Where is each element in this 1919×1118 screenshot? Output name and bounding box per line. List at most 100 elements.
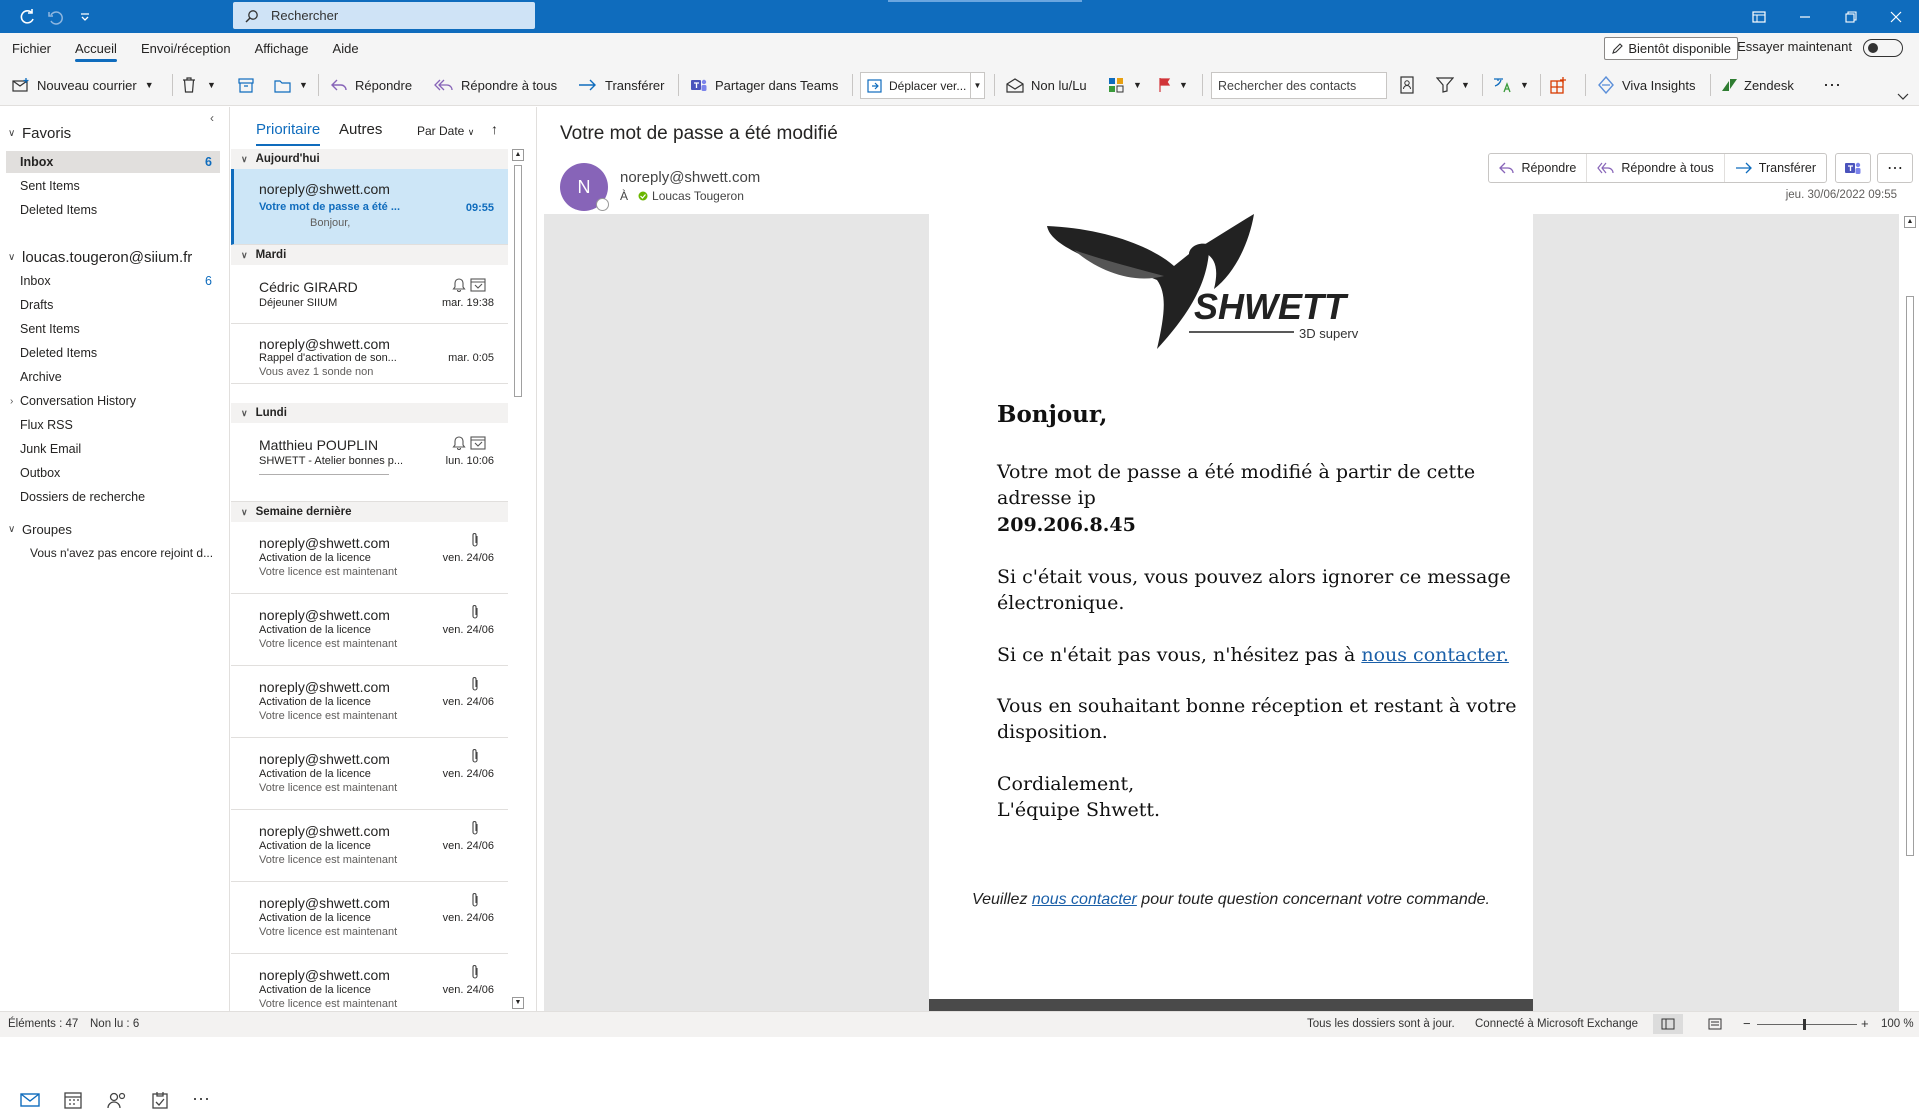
groups-header[interactable]: ∨ Groupes (8, 522, 72, 537)
group-today[interactable]: ∨ Aujourd'hui (231, 149, 508, 169)
flag-button[interactable]: ▼ (1158, 72, 1188, 98)
more-options-icon[interactable]: ⋯ (1823, 72, 1842, 98)
reply-all-button[interactable]: Répondre à tous (434, 72, 557, 98)
normal-view-icon[interactable] (1653, 1014, 1683, 1034)
account-header[interactable]: ∨ loucas.tougeron@siium.fr (8, 249, 192, 266)
sender-address[interactable]: noreply@shwett.com (620, 169, 760, 186)
group-tuesday[interactable]: ∨ Mardi (231, 245, 508, 265)
list-item[interactable]: noreply@shwett.com Rappel d'activation d… (231, 324, 508, 384)
menu-envoi-reception[interactable]: Envoi/réception (129, 33, 243, 64)
read-unread-button[interactable]: Non lu/Lu (1006, 72, 1087, 98)
list-item[interactable]: Cédric GIRARD Déjeuner SIIUM mar. 19:38 (231, 265, 508, 324)
address-book-button[interactable] (1399, 72, 1422, 98)
menu-aide[interactable]: Aide (321, 33, 371, 64)
footer-contact-link[interactable]: nous contacter (1032, 891, 1137, 908)
list-item[interactable]: noreply@shwett.com Votre mot de passe a … (231, 169, 508, 245)
translate-button[interactable]: ▼ (1493, 72, 1529, 98)
archive-button[interactable] (238, 72, 261, 98)
folder-drafts[interactable]: Drafts (6, 294, 220, 316)
chevron-down-icon[interactable]: ▼ (299, 80, 308, 90)
folder-archive[interactable]: Archive (6, 366, 220, 388)
undo-icon[interactable] (45, 7, 65, 27)
folder-deleted[interactable]: Deleted Items (6, 342, 220, 364)
sync-icon[interactable] (17, 7, 37, 27)
restore-button[interactable] (1828, 0, 1874, 33)
folder-rss[interactable]: Flux RSS (6, 414, 220, 436)
folder-favorites-deleted[interactable]: Deleted Items (6, 199, 220, 221)
move-to-dropdown[interactable]: Déplacer ver... ▼ (860, 72, 985, 99)
more-apps-icon[interactable]: ⋯ (192, 1089, 210, 1110)
move-to-button[interactable]: ▼ (274, 72, 308, 98)
folder-junk[interactable]: Junk Email (6, 438, 220, 460)
folder-favorites-inbox[interactable]: Inbox 6 (6, 151, 220, 173)
chevron-down-icon[interactable]: ▼ (145, 80, 154, 90)
search-input[interactable]: Rechercher (233, 2, 535, 29)
chevron-down-icon[interactable]: ▼ (1520, 80, 1529, 90)
reply-button[interactable]: Répondre (1489, 154, 1588, 182)
folder-outbox[interactable]: Outbox (6, 462, 220, 484)
more-actions-button[interactable]: ⋯ (1877, 153, 1913, 183)
menu-affichage[interactable]: Affichage (243, 33, 321, 64)
sort-dropdown[interactable]: Par Date ∨ (417, 124, 474, 138)
scroll-thumb[interactable] (1906, 296, 1914, 856)
folder-favorites-sent[interactable]: Sent Items (6, 175, 220, 197)
group-last-week[interactable]: ∨ Semaine dernière (231, 502, 508, 522)
calendar-icon[interactable] (64, 1091, 82, 1109)
chevron-down-icon[interactable]: ▼ (1179, 80, 1188, 90)
folder-inbox[interactable]: Inbox 6 (6, 270, 220, 292)
menu-fichier[interactable]: Fichier (0, 33, 63, 64)
favorites-header[interactable]: ∨ Favoris (8, 125, 71, 142)
scroll-up-icon[interactable]: ▲ (512, 149, 524, 161)
add-ins-button[interactable] (1550, 72, 1575, 98)
zoom-in-button[interactable]: + (1861, 1016, 1869, 1031)
reply-all-button[interactable]: Répondre à tous (1587, 154, 1725, 182)
coming-soon-button[interactable]: Bientôt disponible (1604, 37, 1738, 60)
reading-view-icon[interactable] (1708, 1018, 1722, 1030)
collapse-pane-icon[interactable]: ‹ (210, 111, 214, 125)
list-item[interactable]: Matthieu POUPLIN SHWETT - Atelier bonnes… (231, 423, 508, 502)
contact-link[interactable]: nous contacter. (1361, 644, 1509, 666)
chevron-down-icon[interactable]: ▼ (970, 73, 984, 98)
new-mail-button[interactable]: Nouveau courrier ▼ (12, 72, 154, 98)
mail-icon[interactable] (20, 1092, 40, 1108)
zoom-slider-thumb[interactable] (1803, 1019, 1806, 1030)
folder-sent[interactable]: Sent Items (6, 318, 220, 340)
list-item[interactable]: noreply@shwett.com Activation de la lice… (231, 954, 508, 1011)
tab-other[interactable]: Autres (339, 121, 382, 138)
ribbon-display-icon[interactable] (1736, 0, 1782, 33)
scroll-thumb[interactable] (514, 165, 522, 397)
reader-scrollbar[interactable]: ▲ (1901, 214, 1919, 1011)
folder-search-folders[interactable]: Dossiers de recherche (6, 486, 220, 508)
delete-button[interactable]: ▼ (182, 72, 216, 98)
reply-button[interactable]: Répondre (330, 72, 412, 98)
chevron-right-icon[interactable]: › (10, 396, 13, 407)
recipient-name[interactable]: Loucas Tougeron (652, 189, 744, 203)
filter-button[interactable]: ▼ (1436, 72, 1470, 98)
customize-toolbar-icon[interactable] (75, 7, 95, 27)
tab-focused[interactable]: Prioritaire (256, 121, 321, 146)
viva-insights-button[interactable]: Viva Insights (1597, 72, 1695, 98)
group-monday[interactable]: ∨ Lundi (231, 403, 508, 423)
folder-conversation-history[interactable]: › Conversation History (6, 390, 220, 412)
zoom-slider-track[interactable] (1757, 1024, 1857, 1025)
tasks-icon[interactable] (152, 1091, 168, 1109)
categorize-button[interactable]: ▼ (1108, 72, 1142, 98)
try-now-toggle[interactable] (1863, 39, 1903, 57)
list-item[interactable]: noreply@shwett.com Activation de la lice… (231, 522, 508, 594)
list-item[interactable]: noreply@shwett.com Activation de la lice… (231, 666, 508, 738)
contact-search-input[interactable]: Rechercher des contacts (1211, 72, 1387, 99)
zoom-out-button[interactable]: − (1743, 1016, 1751, 1031)
list-item[interactable]: noreply@shwett.com Activation de la lice… (231, 810, 508, 882)
share-teams-button[interactable]: Partager dans Teams (690, 72, 838, 98)
teams-share-button[interactable] (1835, 153, 1871, 183)
list-item[interactable]: noreply@shwett.com Activation de la lice… (231, 594, 508, 666)
list-item[interactable]: noreply@shwett.com Activation de la lice… (231, 738, 508, 810)
chevron-down-icon[interactable]: ▼ (1461, 80, 1470, 90)
scroll-down-icon[interactable]: ▼ (512, 997, 524, 1009)
zendesk-button[interactable]: Zendesk (1721, 72, 1794, 98)
chevron-down-icon[interactable]: ▼ (207, 80, 216, 90)
chevron-down-icon[interactable]: ▼ (1133, 80, 1142, 90)
menu-accueil[interactable]: Accueil (63, 33, 129, 64)
scroll-up-icon[interactable]: ▲ (1904, 216, 1916, 228)
sort-direction-icon[interactable]: ↑ (491, 121, 498, 137)
